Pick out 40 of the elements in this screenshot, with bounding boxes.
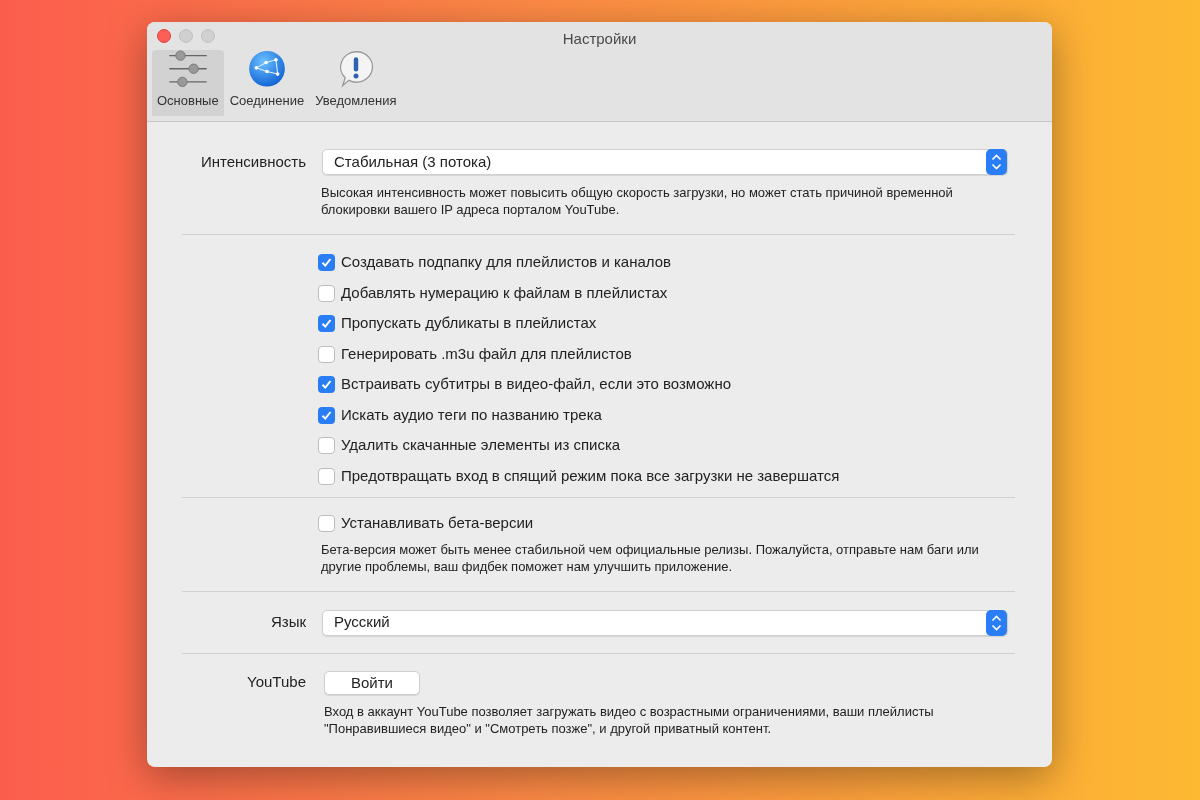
checked-checkbox[interactable] — [318, 406, 335, 424]
checkbox[interactable] — [318, 437, 335, 454]
dropdown[interactable]: Стабильная (3 потока) — [322, 149, 1008, 175]
window-title: Настройки — [562, 30, 637, 47]
help-text: Вход в аккаунт YouTube позволяет загружать видео с возрастными ограничениями, ваши плейлисты "Понравившиеся видео" и "Смотреть позже", и другой приватный контент. — [324, 702, 935, 737]
checkbox-option[interactable]: Устанавливать бета-версии — [318, 512, 534, 534]
checkbox-option[interactable]: Встраивать субтитры в видео-файл, если это возможно — [318, 374, 731, 395]
checkbox-option[interactable]: Добавлять нумерацию к файлам в плейлистах — [318, 282, 668, 304]
checkbox-option[interactable]: Удалить скачанные элементы из списка — [318, 435, 621, 456]
zoom-button[interactable] — [201, 29, 215, 43]
checkbox-option[interactable]: Создавать подпапку для плейлистов и каналов — [318, 252, 672, 273]
sign-in-button[interactable]: Войти — [324, 670, 420, 695]
close-button[interactable] — [157, 29, 171, 43]
checkmark-icon — [321, 379, 332, 390]
checkbox-option[interactable]: Предотвращать вход в спящий режим пока все загрузки не завершатся — [318, 465, 840, 487]
checkbox[interactable] — [318, 514, 335, 532]
checkbox-option[interactable]: Искать аудио теги по названию трека — [318, 404, 602, 426]
help-text: Бета-версия может быть менее стабильной чем официальные релизы. Пожалуйста, отправьте нам баги или другие проблемы, ваш фидбек поможет нам улучшить приложение. — [321, 540, 980, 575]
minimize-button[interactable] — [179, 29, 193, 43]
checkmark-icon — [321, 318, 332, 329]
checkbox-option[interactable]: Пропускать дубликаты в плейлистах — [318, 313, 597, 334]
toolbar-tab[interactable]: Соединение — [224, 50, 310, 116]
toolbar-tab[interactable]: Основные — [152, 50, 224, 116]
checkmark-icon — [321, 257, 332, 268]
checked-checkbox[interactable] — [318, 376, 335, 393]
checked-checkbox[interactable] — [318, 254, 335, 271]
stepper-arrows-icon — [986, 609, 1007, 636]
field-label: Язык — [270, 613, 306, 631]
checkbox-option[interactable]: Генерировать .m3u файл для плейлистов — [318, 343, 632, 365]
checkbox[interactable] — [318, 467, 335, 485]
toolbar-tab[interactable]: Уведомления — [310, 50, 402, 116]
checkmark-icon — [321, 409, 332, 421]
stepper-arrows-icon — [986, 149, 1007, 175]
field-label: Интенсивность — [200, 152, 306, 170]
dropdown[interactable]: Русский — [322, 609, 1008, 636]
checked-checkbox[interactable] — [318, 315, 335, 332]
help-text: Высокая интенсивность может повысить общую скорость загрузки, но может стать причиной временной блокировки вашего IP адреса порталом YouTube. — [321, 184, 954, 218]
checkbox[interactable] — [318, 345, 335, 363]
field-label: YouTube — [247, 673, 306, 691]
checkbox[interactable] — [318, 284, 335, 302]
